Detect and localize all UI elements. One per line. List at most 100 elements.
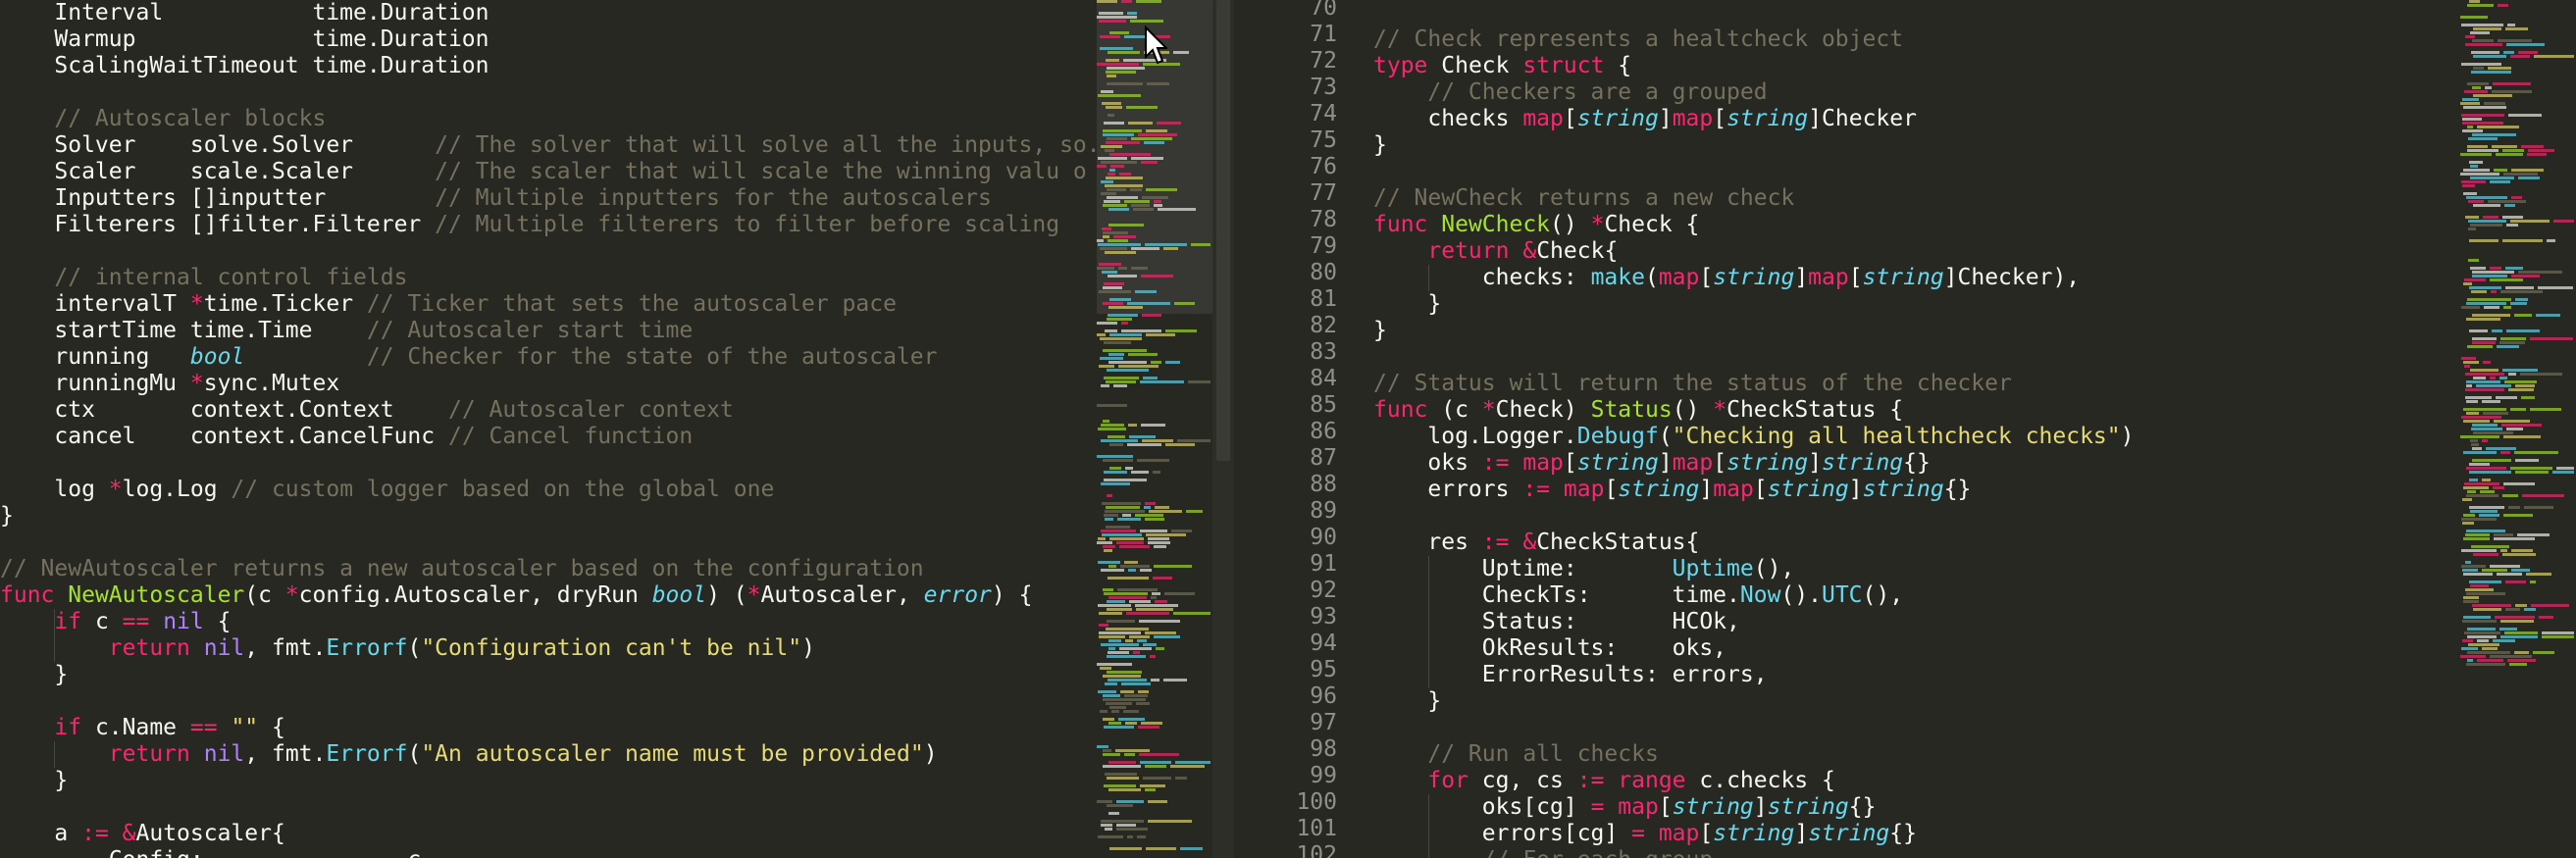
code-line[interactable]: oks := map[string]map[string]string{} (1373, 450, 1930, 477)
code-line[interactable]: res := &CheckStatus{ (1373, 530, 1699, 556)
left-scrollbar[interactable] (1212, 0, 1234, 858)
code-line[interactable]: } (1373, 291, 1441, 318)
code-line[interactable]: Inputters []inputter // Multiple inputte… (0, 185, 991, 212)
minimap-line (1102, 102, 1121, 105)
code-line[interactable]: log *log.Log // custom logger based on t… (0, 477, 774, 503)
code-line[interactable]: cancel context.CancelFunc // Cancel func… (0, 424, 693, 450)
code-line[interactable]: // Check represents a healtcheck object (1373, 26, 1903, 53)
code-line[interactable]: Solver solve.Solver // The solver that w… (0, 132, 1195, 159)
left-scrollbar-thumb[interactable] (1216, 0, 1230, 461)
code-line[interactable]: Interval time.Duration (0, 0, 489, 26)
code-line[interactable]: ErrorResults: errors, (1373, 662, 1768, 688)
code-line[interactable]: } (0, 768, 68, 794)
code-line[interactable]: running bool // Checker for the state of… (0, 344, 937, 371)
code-line[interactable]: if c == nil { (0, 609, 231, 635)
code-line[interactable]: func (c *Check) Status() *CheckStatus { (1373, 397, 1903, 424)
code-token: map (1658, 821, 1700, 846)
code-line[interactable]: Config: c, (0, 847, 435, 858)
code-line[interactable]: a := &Autoscaler{ (0, 821, 284, 847)
code-token: ) (2120, 424, 2135, 449)
code-line[interactable]: OkResults: oks, (1373, 635, 1726, 662)
minimap-line (2482, 400, 2500, 403)
minimap-line (2495, 616, 2535, 619)
code-line[interactable]: checks map[string]map[string]Checker (1373, 106, 1917, 132)
minimap-line (2461, 63, 2501, 66)
code-line[interactable]: intervalT *time.Ticker // Ticker that se… (0, 291, 897, 318)
code-line[interactable]: type Check struct { (1373, 53, 1631, 79)
minimap-line (2494, 533, 2513, 536)
code-token: () (1550, 212, 1591, 237)
minimap-line (1122, 514, 1131, 517)
minimap-line (1136, 0, 1161, 3)
code-line[interactable]: } (1373, 132, 1387, 159)
minimap-line (2470, 439, 2478, 442)
code-line[interactable]: CheckTs: time.Now().UTC(), (1373, 582, 1903, 609)
code-line[interactable]: // Status will return the status of the … (1373, 371, 2012, 397)
minimap-line (2461, 114, 2504, 117)
code-line[interactable]: // Run all checks (1373, 741, 1658, 768)
code-line[interactable]: oks[cg] = map[string]string{} (1373, 794, 1877, 821)
minimap-line (2467, 126, 2473, 128)
code-line[interactable]: func NewAutoscaler(c *config.Autoscaler,… (0, 582, 1032, 609)
code-line[interactable]: // For each group (1373, 847, 1713, 858)
minimap-line (2461, 24, 2503, 26)
minimap-line (2508, 506, 2520, 509)
code-line[interactable]: Filterers []filter.Filterer // Multiple … (0, 212, 1059, 238)
right-editor-pane[interactable]: 70 71 72 73 74 75 76 77 78 79 80 81 82 83 84 85 86 87 88 89… (1234, 0, 2576, 858)
code-line[interactable]: func NewCheck() *Check { (1373, 212, 1699, 238)
code-token: a (0, 821, 82, 846)
code-line[interactable]: startTime time.Time // Autoscaler start … (0, 318, 693, 344)
code-line[interactable]: log.Logger.Debugf("Checking all healthch… (1373, 424, 2135, 450)
left-editor-pane[interactable]: Interval time.Duration Warmup time.Durat… (0, 0, 1234, 858)
minimap-line (1137, 835, 1146, 838)
minimap-line (2530, 337, 2573, 340)
code-line[interactable]: ScalingWaitTimeout time.Duration (0, 53, 489, 79)
minimap-line (1103, 204, 1127, 207)
code-line[interactable]: ctx context.Context // Autoscaler contex… (0, 397, 733, 424)
code-line[interactable]: } (0, 662, 68, 688)
code-line[interactable]: return nil, fmt.Errorf("An autoscaler na… (0, 741, 938, 768)
minimap-line (2466, 318, 2500, 321)
line-number: 82 (1310, 313, 1337, 338)
minimap-line (1099, 365, 1114, 368)
code-token: map (1563, 477, 1605, 502)
minimap-line (1109, 298, 1131, 301)
minimap-line (1108, 761, 1136, 764)
minimap-line (2466, 302, 2506, 305)
code-line[interactable]: } (1373, 688, 1441, 715)
code-line[interactable]: // internal control fields (0, 265, 407, 291)
code-line[interactable]: // Checkers are a grouped (1373, 79, 1767, 106)
code-line[interactable]: checks: make(map[string]map[string]Check… (1373, 265, 2080, 291)
code-line[interactable]: Warmup time.Duration (0, 26, 489, 53)
code-line[interactable]: runningMu *sync.Mutex (0, 371, 339, 397)
code-line[interactable]: } (0, 503, 14, 530)
code-line[interactable]: Scaler scale.Scaler // The scaler that w… (0, 159, 1086, 185)
code-line[interactable]: } (1373, 318, 1387, 344)
code-token: := (81, 821, 109, 846)
minimap-line (2526, 573, 2551, 576)
code-line[interactable]: return &Check{ (1373, 238, 1618, 265)
code-token: * (284, 582, 299, 608)
line-number: 94 (1310, 631, 1337, 656)
minimap-line (2471, 71, 2511, 74)
code-line[interactable]: // NewCheck returns a new check (1373, 185, 1794, 212)
minimap-line (2468, 643, 2499, 646)
left-minimap[interactable] (1097, 0, 1212, 858)
minimap-line (1103, 698, 1146, 701)
minimap-line (1150, 655, 1156, 658)
code-token: Autoscaler, (760, 582, 924, 608)
code-line[interactable]: errors[cg] = map[string]string{} (1373, 821, 1917, 847)
code-line[interactable]: // NewAutoscaler returns a new autoscale… (0, 556, 924, 582)
minimap-line (1163, 247, 1178, 250)
code-line[interactable]: Uptime: Uptime(), (1373, 556, 1795, 582)
code-line[interactable]: if c.Name == "" { (0, 715, 284, 741)
code-line[interactable]: // Autoscaler blocks (0, 106, 326, 132)
code-line[interactable]: for cg, cs := range c.checks { (1373, 768, 1834, 794)
minimap-line (1175, 777, 1187, 780)
code-line[interactable]: errors := map[string]map[string]string{} (1373, 477, 1971, 503)
code-line[interactable]: return nil, fmt.Errorf("Configuration ca… (0, 635, 815, 662)
right-minimap[interactable] (2460, 0, 2576, 858)
minimap-line (1101, 530, 1136, 532)
code-token: map (1672, 450, 1714, 476)
